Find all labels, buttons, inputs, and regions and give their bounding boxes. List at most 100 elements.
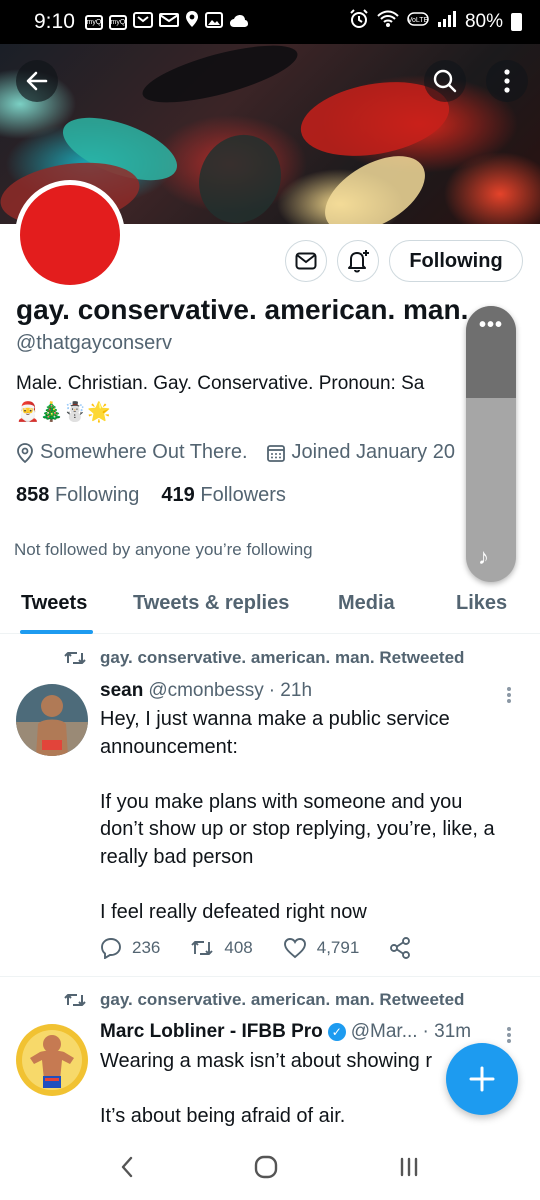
back-arrow-icon <box>26 71 48 91</box>
tweet-text: Hey, I just wanna make a public service … <box>100 706 530 926</box>
bell-plus-icon <box>348 250 369 273</box>
svg-text:VoLTE: VoLTE <box>408 17 429 24</box>
reply-icon <box>101 938 121 959</box>
tweet-avatar[interactable] <box>16 1024 88 1096</box>
volume-slider[interactable]: ••• ♪ <box>466 306 516 582</box>
profile-display-name: gay. conservative. american. man. <box>16 294 469 325</box>
profile-avatar[interactable] <box>15 180 125 290</box>
location-pin-icon <box>17 442 33 463</box>
following-count: 858 <box>16 484 50 506</box>
following-button[interactable]: Following <box>389 240 523 282</box>
retweet-count: 408 <box>224 938 253 957</box>
nav-recents-button[interactable] <box>397 1156 421 1183</box>
status-bar: 9:10 myQ myQ VoLTE 80% <box>0 0 540 44</box>
tweet-author-handle[interactable]: @cmonbessy <box>148 680 263 702</box>
like-button[interactable]: 4,791 <box>283 937 360 959</box>
tweet-author-name[interactable]: Marc Lobliner - IFBB Pro <box>100 1021 323 1043</box>
tweet-line: If you make plans with someone and you <box>100 790 463 813</box>
myq-notification-icon: myQ <box>84 14 103 30</box>
volte-icon: VoLTE <box>407 10 429 34</box>
wifi-icon <box>377 10 399 34</box>
tweet-more-button[interactable] <box>506 686 512 704</box>
more-vertical-icon <box>507 1027 511 1043</box>
cloud-icon <box>229 11 249 34</box>
more-horizontal-icon: ••• <box>478 314 503 336</box>
plus-icon <box>469 1066 495 1092</box>
followers-label: Followers <box>200 484 286 506</box>
tweet-line: don’t show up or stop replying, you’re, … <box>100 818 495 840</box>
user-avatar-image <box>16 684 88 756</box>
profile-joined: Joined January 20 <box>291 441 455 463</box>
tweet-line: Hey, I just wanna make a public service <box>100 708 450 730</box>
retweet-indicator[interactable]: gay. conservative. american. man. Retwee… <box>64 990 464 1010</box>
chevron-left-icon <box>121 1156 133 1177</box>
notifications-button[interactable] <box>337 240 379 282</box>
tweet-more-button[interactable] <box>506 1026 512 1044</box>
location-item: Somewhere Out There. <box>16 441 248 464</box>
share-icon <box>390 937 411 959</box>
following-count-link[interactable]: 858 Following <box>16 484 139 507</box>
more-options-button[interactable] <box>486 60 528 102</box>
battery-percent: 80% <box>464 11 503 32</box>
volume-menu[interactable]: ••• <box>466 306 516 398</box>
compose-tweet-button[interactable] <box>446 1043 518 1115</box>
tweet-line: I feel really defeated right now <box>100 900 367 923</box>
tweet-author-handle[interactable]: @Mar... <box>351 1021 418 1043</box>
joined-item: Joined January 20 <box>266 441 455 464</box>
tab-tweets-replies[interactable]: Tweets & replies <box>133 592 289 615</box>
nav-back-button[interactable] <box>119 1155 135 1184</box>
calendar-icon <box>266 444 285 462</box>
back-button[interactable] <box>16 60 58 102</box>
profile-location: Somewhere Out There. <box>40 441 248 463</box>
retweet-label: gay. conservative. american. man. Retwee… <box>100 648 465 667</box>
active-tab-indicator <box>20 630 93 634</box>
search-button[interactable] <box>424 60 466 102</box>
system-nav-bar <box>0 1138 540 1200</box>
tweet-header: Marc Lobliner - IFBB Pro ✓ @Mar... · 31m <box>100 1021 520 1043</box>
status-time: 9:10 <box>34 10 75 33</box>
more-vertical-icon <box>504 69 510 93</box>
tweet-actions: 236 408 4,791 <box>100 937 441 959</box>
retweet-icon <box>191 941 214 955</box>
heart-icon <box>283 938 306 959</box>
tab-tweets[interactable]: Tweets <box>21 592 87 615</box>
profile-tabs: Tweets Tweets & replies Media Likes <box>0 582 540 634</box>
retweet-icon <box>64 652 86 664</box>
tweet-header: sean @cmonbessy · 21h <box>100 680 520 702</box>
outlook-icon <box>132 11 153 34</box>
location-icon <box>185 10 199 34</box>
home-circle-icon <box>254 1155 278 1178</box>
like-count: 4,791 <box>316 938 360 957</box>
retweet-indicator[interactable]: gay. conservative. american. man. Retwee… <box>64 648 464 668</box>
followers-count-link[interactable]: 419 Followers <box>161 484 286 507</box>
tweet-author-name[interactable]: sean <box>100 680 143 702</box>
message-button[interactable] <box>285 240 327 282</box>
tab-media[interactable]: Media <box>338 592 395 615</box>
retweet-button[interactable]: 408 <box>190 938 253 958</box>
banner-art-stroke <box>137 44 303 115</box>
retweet-icon <box>64 994 86 1006</box>
reply-button[interactable]: 236 <box>100 937 160 959</box>
alarm-icon <box>349 9 369 35</box>
tweet-divider <box>0 976 540 977</box>
envelope-icon <box>295 252 317 270</box>
more-vertical-icon <box>507 687 511 703</box>
banner-art-stroke <box>184 121 296 224</box>
tweet-time: · 31m <box>422 1021 472 1042</box>
search-icon <box>433 69 457 93</box>
profile-bio: Male. Christian. Gay. Conservative. Pron… <box>16 373 425 394</box>
retweet-label: gay. conservative. american. man. Retwee… <box>100 990 465 1009</box>
battery-icon <box>511 13 522 31</box>
tab-likes[interactable]: Likes <box>456 592 507 615</box>
recents-icon <box>400 1157 418 1176</box>
profile-bio-emoji: 🎅🎄☃️🌟 <box>16 402 111 423</box>
myq-notification-icon-2: myQ <box>108 14 127 30</box>
nav-home-button[interactable] <box>253 1154 279 1185</box>
notification-icons: myQ myQ <box>84 10 249 34</box>
following-label: Following <box>54 484 140 506</box>
share-button[interactable] <box>389 937 411 959</box>
music-note-icon: ♪ <box>478 544 489 569</box>
tweet-avatar[interactable] <box>16 684 88 756</box>
